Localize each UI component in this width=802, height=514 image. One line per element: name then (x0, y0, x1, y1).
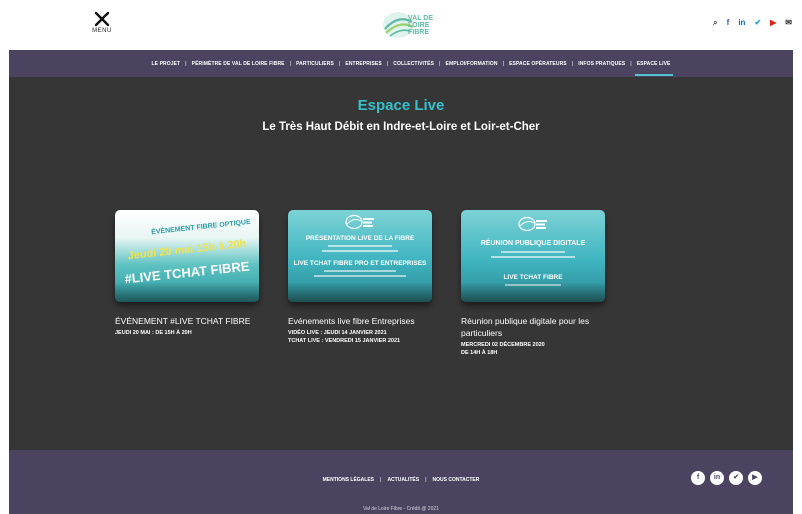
main-content: Espace Live Le Très Haut Débit en Indre-… (9, 77, 793, 450)
event-date: MERCREDI 02 DÉCEMBRE 2020 DE 14H À 18H (461, 342, 545, 356)
nav-item-label: ESPACE OPÉRATEURS (509, 60, 567, 67)
page-subtitle: Le Très Haut Débit en Indre-et-Loire et … (262, 121, 540, 133)
twitter-icon[interactable]: ✔ (729, 471, 743, 485)
nav-item[interactable]: LE PROJET | (151, 61, 191, 67)
nav-item-label: ENTREPRISES (345, 60, 382, 67)
thumbnail-shade (115, 282, 259, 302)
nav-item-label: EMPLOI/FORMATION (445, 60, 498, 67)
search-icon[interactable]: ⌕ (713, 17, 717, 29)
twitter-icon[interactable]: ✔ (754, 17, 761, 29)
event-date: JEUDI 20 MAI : DE 15H À 20H (115, 330, 192, 336)
nav-item-label: ESPACE LIVE (634, 60, 673, 76)
nav-item-label: PÉRIMÈTRE DE VAL DE LOIRE FIBRE (191, 60, 285, 67)
event-date: VIDÉO LIVE : JEUDI 14 JANVIER 2021 TCHAT… (288, 330, 401, 344)
thumbnail-caption: RÉUNION PUBLIQUE DIGITALE (480, 240, 586, 247)
nav-item[interactable]: PARTICULIERS | (296, 61, 345, 67)
linkedin-icon[interactable]: in (738, 17, 745, 29)
nav-item[interactable]: ESPACE OPÉRATEURS | (509, 61, 578, 67)
event-thumbnail[interactable]: RÉUNION PUBLIQUE DIGITALE LIVE TCHAT FIB… (461, 210, 605, 302)
nav-item[interactable]: EMPLOI/FORMATION | (446, 61, 510, 67)
thumbnail-caption: ÉVÉNEMENT FIBRE OPTIQUE (150, 218, 252, 237)
main-navigation: LE PROJET | PÉRIMÈTRE DE VAL DE LOIRE FIBR… (9, 50, 793, 77)
page-title: Espace Live (357, 97, 445, 114)
nav-item[interactable]: ESPACE LIVE (634, 60, 673, 76)
nav-item-label: PARTICULIERS (296, 60, 334, 67)
nav-item-label: INFOS PRATIQUES (578, 60, 626, 67)
nav-item[interactable]: PÉRIMÈTRE DE VAL DE LOIRE FIBRE | (192, 61, 296, 67)
facebook-icon[interactable]: f (691, 471, 705, 485)
youtube-icon[interactable]: ▶ (748, 471, 762, 485)
event-title[interactable]: Réunion publique digitale pour les parti… (461, 315, 605, 339)
nav-item[interactable]: INFOS PRATIQUES | (578, 61, 636, 67)
event-title[interactable]: Evénements live fibre Entreprises (288, 315, 432, 327)
thumbnail-caption: LIVE TCHAT FIBRE PRO ET ENTREPRISES (293, 260, 427, 267)
menu-button[interactable]: MENU (89, 11, 115, 39)
nav-item-label: COLLECTIVITÉS (393, 60, 435, 67)
event-card[interactable]: PRÉSENTATION LIVE DE LA FIBRE LIVE TCHAT… (288, 210, 432, 345)
footer-social-links: f in ✔ ▶ (691, 471, 762, 485)
close-icon (94, 11, 110, 27)
nav-item-label: LE PROJET (151, 60, 181, 67)
footer-link-actualites[interactable]: ACTUALITÉS (387, 477, 419, 483)
site-footer: MENTIONS LÉGALES | ACTUALITÉS | NOUS CONTACT… (9, 450, 793, 514)
logo-mark-icon (518, 216, 547, 232)
thumbnail-shade (288, 282, 432, 302)
thumbnail-caption: PRÉSENTATION LIVE DE LA FIBRE (305, 235, 415, 242)
nav-item[interactable]: COLLECTIVITÉS | (393, 61, 445, 67)
footer-links: MENTIONS LÉGALES | ACTUALITÉS | NOUS CONTACT… (322, 477, 480, 483)
logo-mark-icon (345, 214, 374, 230)
facebook-icon[interactable]: f (727, 17, 730, 29)
event-thumbnail[interactable]: PRÉSENTATION LIVE DE LA FIBRE LIVE TCHAT… (288, 210, 432, 302)
thumbnail-shade (461, 282, 605, 302)
logo-text: VAL DE LOIRE FIBRE (408, 15, 434, 36)
nav-item[interactable]: ENTREPRISES | (345, 61, 393, 67)
event-thumbnail[interactable]: ÉVÉNEMENT FIBRE OPTIQUE Jeudi 20 mai 15h… (115, 210, 259, 302)
footer-link-mentions[interactable]: MENTIONS LÉGALES (323, 477, 374, 483)
menu-label: MENU (92, 28, 112, 34)
top-header: MENU VAL DE LOIRE FIBRE ⌕ f in ✔ ▶ ✉ (0, 0, 802, 50)
header-social-links: ⌕ f in ✔ ▶ ✉ (713, 17, 792, 29)
event-title[interactable]: ÉVÉNEMENT #LIVE TCHAT FIBRE (115, 315, 259, 327)
thumbnail-caption: LIVE TCHAT FIBRE (503, 274, 563, 281)
footer-credit: Val de Loire Fibre - Crédit @ 2021 (363, 506, 439, 512)
youtube-icon[interactable]: ▶ (770, 17, 776, 29)
site-logo[interactable]: VAL DE LOIRE FIBRE (378, 8, 442, 42)
event-card[interactable]: ÉVÉNEMENT FIBRE OPTIQUE Jeudi 20 mai 15h… (115, 210, 259, 337)
mail-icon[interactable]: ✉ (785, 17, 792, 29)
linkedin-icon[interactable]: in (710, 471, 724, 485)
footer-link-contact[interactable]: NOUS CONTACTER (433, 477, 480, 483)
event-card[interactable]: RÉUNION PUBLIQUE DIGITALE LIVE TCHAT FIB… (461, 210, 605, 357)
